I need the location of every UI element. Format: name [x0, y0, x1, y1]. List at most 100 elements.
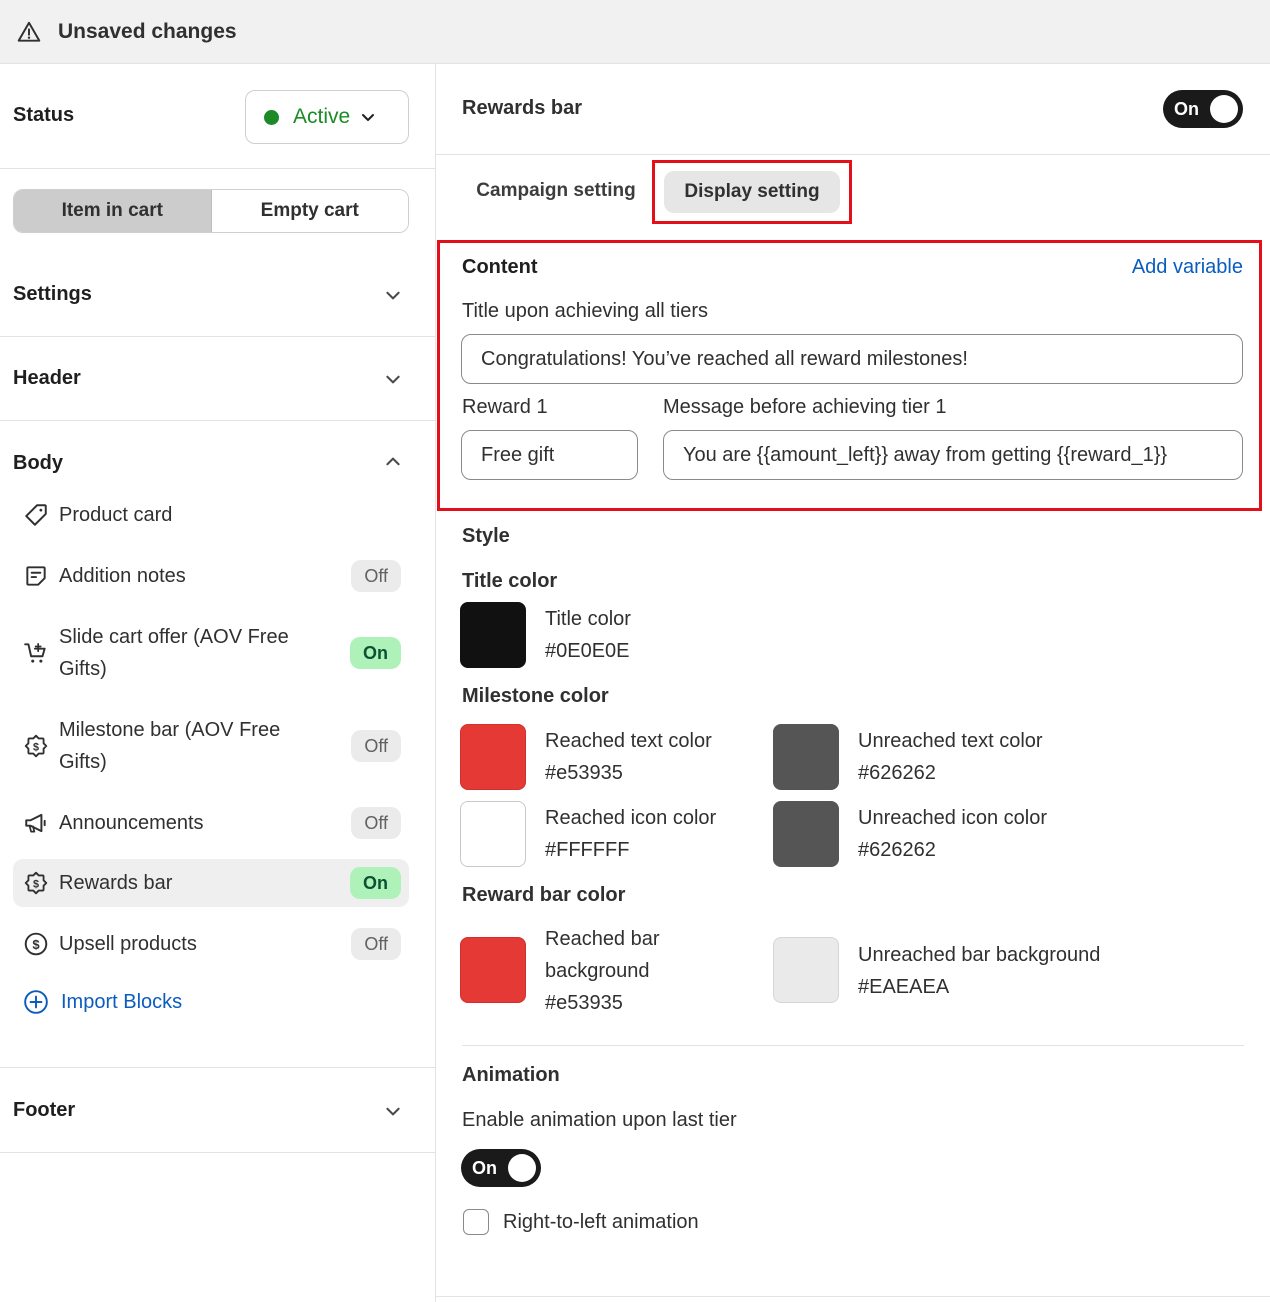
unsaved-changes-title: Unsaved changes — [58, 19, 237, 43]
reached-icon-color-label: Reached icon color — [545, 807, 717, 829]
tab-campaign-setting[interactable]: Campaign setting — [462, 170, 650, 212]
svg-text:$: $ — [33, 878, 39, 890]
milestone-color-heading: Milestone color — [462, 685, 609, 707]
reward-field[interactable]: Free gift — [461, 430, 638, 480]
body-item-label: Upsell products — [59, 933, 197, 955]
page-title: Rewards bar — [462, 97, 583, 119]
svg-text:$: $ — [32, 937, 40, 952]
body-item-slide-cart-offer[interactable]: Slide cart offer (AOV Free Gifts) On — [13, 620, 409, 686]
tab-item-in-cart[interactable]: Item in cart — [14, 190, 212, 232]
title-color-label: Title color — [545, 608, 631, 630]
reached-icon-color-swatch[interactable] — [460, 801, 526, 867]
status-badge[interactable]: Off — [351, 730, 401, 762]
body-section-title[interactable]: Body — [13, 452, 63, 475]
body-item-rewards-bar[interactable]: $ Rewards bar On — [13, 859, 409, 907]
body-item-milestone-bar[interactable]: $ Milestone bar (AOV Free Gifts) Off — [13, 713, 409, 779]
title-color-swatch[interactable] — [460, 602, 526, 668]
unreached-bar-color-swatch[interactable] — [773, 937, 839, 1003]
toggle-knob — [1210, 95, 1238, 123]
message-field[interactable]: You are {{amount_left}} away from gettin… — [663, 430, 1243, 480]
sidebar: Status Active Item in cart Empty cart Se… — [0, 64, 436, 1302]
chevron-down-icon[interactable] — [384, 1102, 402, 1120]
status-badge[interactable]: Off — [351, 560, 401, 592]
add-variable-link[interactable]: Add variable — [1132, 256, 1243, 279]
note-icon — [26, 566, 46, 586]
status-badge[interactable]: On — [350, 637, 401, 669]
title-color-value: #0E0E0E — [545, 640, 630, 662]
footer-section-title[interactable]: Footer — [13, 1099, 75, 1122]
body-item-label: Addition notes — [59, 565, 186, 587]
status-select[interactable]: Active — [245, 90, 409, 144]
cart-gift-icon — [24, 643, 46, 663]
rtl-animation-checkbox[interactable] — [463, 1209, 489, 1235]
tab-empty-cart[interactable]: Empty cart — [211, 190, 408, 232]
chevron-up-icon[interactable] — [384, 453, 402, 471]
tag-icon — [25, 504, 47, 526]
reached-text-color-value: #e53935 — [545, 762, 623, 784]
title-field[interactable]: Congratulations! You’ve reached all rewa… — [461, 334, 1243, 384]
rtl-animation-label: Right-to-left animation — [503, 1211, 699, 1233]
divider — [0, 1067, 436, 1068]
message-field-label: Message before achieving tier 1 — [663, 396, 947, 418]
chevron-down-icon — [362, 114, 375, 121]
content-heading: Content — [462, 256, 538, 278]
status-badge[interactable]: Off — [351, 928, 401, 960]
enable-animation-label: Enable animation upon last tier — [462, 1109, 737, 1131]
body-item-upsell-products[interactable]: $ Upsell products Off — [13, 920, 409, 968]
body-item-label: Rewards bar — [59, 872, 173, 894]
reached-bar-label-line2: background — [545, 960, 650, 982]
cart-state-toggle: Item in cart Empty cart — [13, 189, 409, 233]
megaphone-icon — [25, 813, 46, 833]
warning-icon — [17, 21, 41, 42]
main-panel: Rewards bar On Campaign setting Display … — [436, 64, 1270, 1302]
body-item-addition-notes[interactable]: Addition notes Off — [13, 552, 409, 600]
reached-text-color-label: Reached text color — [545, 730, 712, 752]
animation-toggle[interactable]: On — [461, 1149, 541, 1187]
reached-bar-label-line1: Reached bar — [545, 928, 660, 950]
chevron-down-icon[interactable] — [384, 370, 402, 388]
unreached-text-color-value: #626262 — [858, 762, 936, 784]
body-item-product-card[interactable]: Product card — [13, 492, 409, 538]
reached-icon-color-value: #FFFFFF — [545, 839, 630, 861]
rewards-bar-toggle[interactable]: On — [1163, 90, 1243, 128]
reached-bar-color-value: #e53935 — [545, 992, 623, 1014]
body-item-label: Product card — [59, 504, 173, 526]
svg-text:$: $ — [33, 741, 39, 753]
status-badge[interactable]: Off — [351, 807, 401, 839]
unreached-bar-color-value: #EAEAEA — [858, 976, 950, 998]
body-item-label: Slide cart offer (AOV Free Gifts) — [59, 626, 289, 680]
body-item-label: Milestone bar (AOV Free Gifts) — [59, 719, 281, 773]
unreached-text-color-label: Unreached text color — [858, 730, 1043, 752]
status-label: Status — [13, 104, 75, 126]
toggle-label: On — [472, 1157, 497, 1178]
divider — [0, 1152, 436, 1153]
unreached-text-color-swatch[interactable] — [773, 724, 839, 790]
plus-circle-icon — [24, 990, 48, 1014]
unreached-bar-color-label: Unreached bar background — [858, 944, 1101, 966]
unsaved-changes-bar: Unsaved changes — [0, 0, 1270, 64]
animation-heading: Animation — [462, 1064, 560, 1086]
reached-text-color-swatch[interactable] — [460, 724, 526, 790]
divider — [436, 154, 1270, 155]
unreached-icon-color-swatch[interactable] — [773, 801, 839, 867]
import-blocks-link[interactable]: Import Blocks — [23, 989, 182, 1015]
status-dot — [264, 109, 279, 125]
body-item-announcements[interactable]: Announcements Off — [13, 799, 409, 847]
highlight-box — [652, 160, 852, 224]
header-section-title[interactable]: Header — [13, 367, 81, 390]
divider — [0, 420, 436, 421]
divider — [0, 168, 436, 169]
reward-field-label: Reward 1 — [462, 396, 548, 418]
style-heading: Style — [462, 525, 510, 547]
reached-bar-color-swatch[interactable] — [460, 937, 526, 1003]
divider — [0, 336, 436, 337]
import-blocks-label: Import Blocks — [61, 990, 183, 1013]
chevron-down-icon[interactable] — [384, 286, 402, 304]
dollar-circle-icon: $ — [24, 932, 48, 956]
body-item-label: Announcements — [59, 812, 204, 834]
reward-bar-color-heading: Reward bar color — [462, 884, 626, 906]
title-color-heading: Title color — [462, 570, 558, 592]
status-badge[interactable]: On — [350, 867, 401, 899]
divider — [436, 1296, 1270, 1297]
settings-section-title[interactable]: Settings — [13, 283, 92, 306]
